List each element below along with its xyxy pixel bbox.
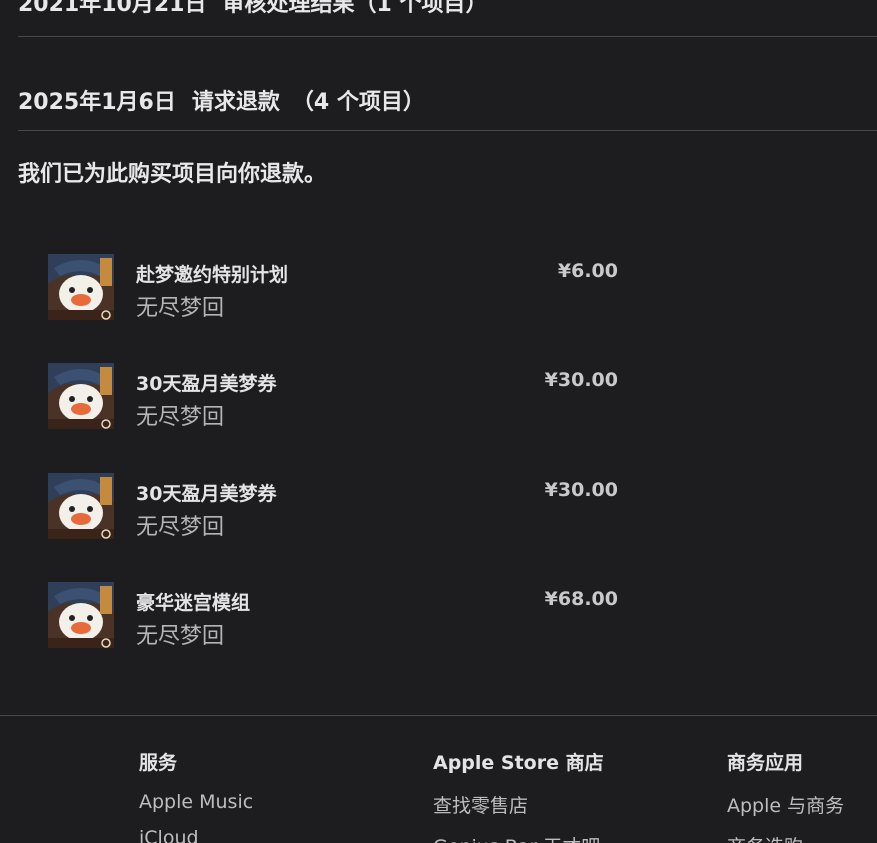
footer-column-services: 服务 Apple Music iCloud (139, 748, 253, 843)
item-app-name: 无尽梦回 (136, 624, 225, 649)
list-item[interactable]: 豪华迷宫模组 无尽梦回 ¥68.00 (48, 582, 628, 652)
footer-link-business-shop[interactable]: 商务选购 (727, 832, 844, 843)
footer-link-apple-business[interactable]: Apple 与商务 (727, 791, 844, 818)
divider (18, 36, 877, 37)
footer-heading: Apple Store 商店 (433, 752, 604, 774)
footer-link-find-store[interactable]: 查找零售店 (433, 791, 604, 818)
footer-heading: 服务 (139, 752, 178, 774)
refund-section-header[interactable]: 2025年1月6日 请求退款 （4 个项目） (18, 84, 425, 116)
item-price: ¥30.00 (544, 369, 618, 391)
purchase-history-page: 2021年10月21日 审核处理结果（1 个项目） 2025年1月6日 请求退款 （4… (0, 0, 877, 843)
refund-message: 我们已为此购买项目向你退款。 (18, 162, 327, 187)
game-app-icon (48, 582, 114, 648)
list-item[interactable]: 30天盈月美梦券 无尽梦回 ¥30.00 (48, 473, 628, 543)
previous-section-date: 2021年10月21日 (18, 0, 207, 17)
refund-section-count: （4 个项目） (291, 90, 425, 115)
list-item[interactable]: 赴梦邀约特别计划 无尽梦回 ¥6.00 (48, 254, 628, 324)
item-price: ¥6.00 (557, 260, 618, 282)
list-item[interactable]: 30天盈月美梦券 无尽梦回 ¥30.00 (48, 363, 628, 433)
game-app-icon (48, 254, 114, 320)
divider (18, 130, 877, 131)
item-app-name: 无尽梦回 (136, 515, 225, 540)
game-app-icon (48, 473, 114, 539)
footer-column-business: 商务应用 Apple 与商务 商务选购 (727, 748, 844, 843)
footer-link-icloud[interactable]: iCloud (139, 827, 253, 843)
refund-section-title: 请求退款 (191, 90, 280, 115)
game-app-icon (48, 363, 114, 429)
item-name: 30天盈月美梦券 (136, 483, 277, 505)
previous-section-count: （1 个项目） (354, 0, 488, 17)
refund-section-date: 2025年1月6日 (18, 90, 176, 115)
previous-section-header: 2021年10月21日 审核处理结果（1 个项目） (18, 0, 487, 18)
site-footer: 服务 Apple Music iCloud Apple Store 商店 查找零… (0, 715, 877, 843)
item-app-name: 无尽梦回 (136, 296, 225, 321)
item-name: 30天盈月美梦券 (136, 373, 277, 395)
item-name: 赴梦邀约特别计划 (136, 264, 289, 286)
footer-link-apple-music[interactable]: Apple Music (139, 791, 253, 813)
previous-section-title: 审核处理结果 (222, 0, 355, 17)
item-price: ¥68.00 (544, 588, 618, 610)
item-price: ¥30.00 (544, 479, 618, 501)
item-name: 豪华迷宫模组 (136, 592, 251, 614)
footer-column-apple-store: Apple Store 商店 查找零售店 Genius Bar 天才吧 (433, 748, 604, 843)
footer-heading: 商务应用 (727, 752, 804, 774)
footer-link-genius-bar[interactable]: Genius Bar 天才吧 (433, 832, 604, 843)
item-app-name: 无尽梦回 (136, 405, 225, 430)
